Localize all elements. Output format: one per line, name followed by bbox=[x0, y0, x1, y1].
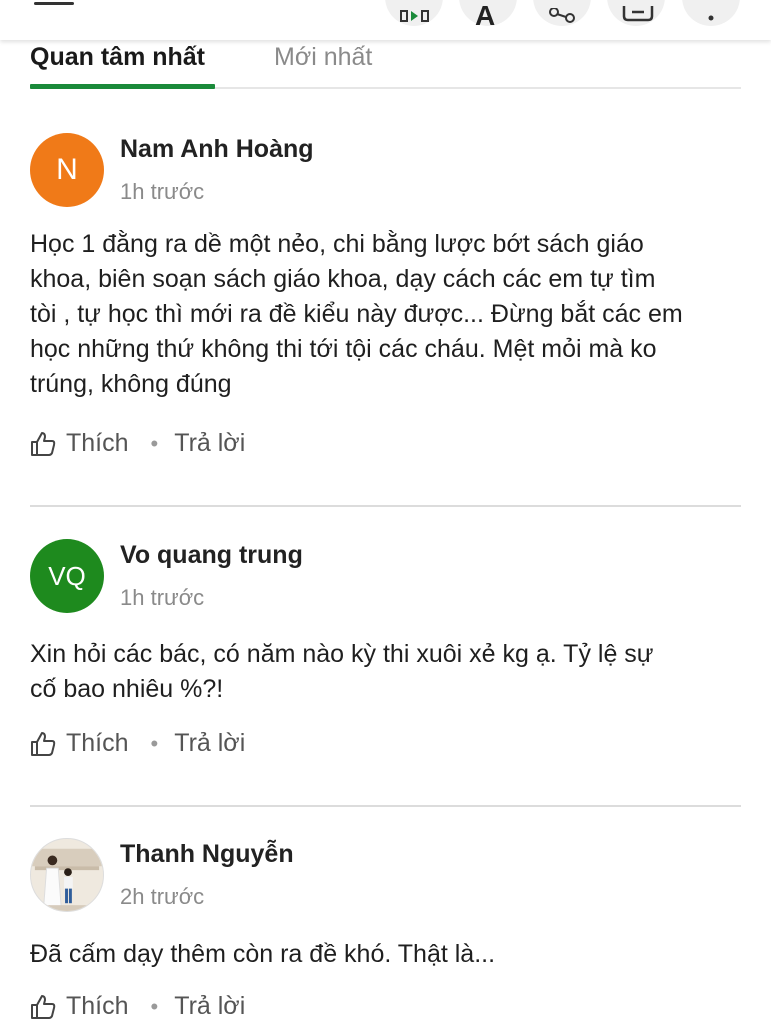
comment-icon[interactable] bbox=[607, 0, 665, 26]
audio-icon[interactable] bbox=[385, 0, 443, 26]
comment-line: trúng, không đúng bbox=[30, 370, 232, 398]
comment-actions: Thích • Trả lời bbox=[30, 429, 245, 458]
comment-line: Đã cấm dạy thêm còn ra đề khó. Thật là..… bbox=[30, 940, 496, 968]
comment-item: VQ Vo quang trung 1h trước Xin hỏi các b… bbox=[30, 539, 741, 769]
comment-line: khoa, biên soạn sách giáo khoa, dạy cách… bbox=[30, 265, 656, 293]
comment-author[interactable]: Nam Anh Hoàng bbox=[120, 135, 314, 164]
thumbs-up-icon bbox=[31, 994, 56, 1019]
like-button[interactable]: Thích bbox=[30, 729, 129, 758]
comment-actions: Thích • Trả lời bbox=[30, 992, 245, 1021]
tab-label: Quan tâm nhất bbox=[30, 43, 206, 71]
share-icon[interactable] bbox=[533, 0, 591, 26]
separator-dot: • bbox=[150, 430, 159, 456]
comment-author[interactable]: Thanh Nguyễn bbox=[120, 840, 294, 869]
menu-icon[interactable] bbox=[34, 0, 74, 8]
avatar-photo bbox=[31, 839, 103, 911]
separator-dot: • bbox=[150, 993, 159, 1019]
reply-button[interactable]: Trả lời bbox=[174, 429, 245, 458]
tab-newest[interactable]: Mới nhất bbox=[274, 40, 372, 86]
tab-most-interested[interactable]: Quan tâm nhất bbox=[30, 40, 205, 86]
font-size-icon[interactable]: A bbox=[459, 0, 517, 31]
comment-time: 1h trước bbox=[120, 585, 205, 610]
comment-item: N Nam Anh Hoàng 1h trước Học 1 đằng ra d… bbox=[30, 133, 741, 463]
comment-item: Thanh Nguyễn 2h trước Đã cấm dạy thêm cò… bbox=[30, 838, 741, 1024]
separator-dot: • bbox=[150, 730, 159, 756]
comment-tabs: Quan tâm nhất Mới nhất bbox=[30, 40, 741, 89]
divider bbox=[30, 805, 741, 807]
comment-line: cố bao nhiêu %?! bbox=[30, 675, 224, 703]
thumbs-up-icon bbox=[31, 731, 56, 756]
like-label: Thích bbox=[66, 429, 129, 457]
comment-line: Học 1 đằng ra dề một nẻo, chi bằng lược … bbox=[30, 230, 644, 258]
avatar[interactable]: N bbox=[30, 133, 104, 207]
avatar-initials: VQ bbox=[48, 560, 86, 591]
like-label: Thích bbox=[66, 992, 129, 1020]
top-toolbar: A bbox=[0, 0, 771, 40]
comment-line: tòi , tự học thì mới ra đề kiểu này được… bbox=[30, 300, 683, 328]
comment-body: Học 1 đằng ra dề một nẻo, chi bằng lược … bbox=[30, 227, 741, 402]
avatar[interactable]: VQ bbox=[30, 539, 104, 613]
comment-line: Xin hỏi các bác, có năm nào kỳ thi xuôi … bbox=[30, 640, 654, 668]
thumbs-up-icon bbox=[31, 431, 56, 456]
comment-time: 1h trước bbox=[120, 179, 205, 204]
like-button[interactable]: Thích bbox=[30, 992, 129, 1021]
comment-author[interactable]: Vo quang trung bbox=[120, 541, 303, 570]
like-label: Thích bbox=[66, 729, 129, 757]
comment-body: Xin hỏi các bác, có năm nào kỳ thi xuôi … bbox=[30, 637, 741, 707]
reply-button[interactable]: Trả lời bbox=[174, 729, 245, 758]
comment-line: học những thứ không thi tới tội các cháu… bbox=[30, 335, 657, 363]
avatar-initials: N bbox=[56, 153, 78, 186]
more-icon[interactable] bbox=[682, 0, 740, 26]
avatar[interactable] bbox=[30, 838, 104, 912]
divider bbox=[30, 505, 741, 507]
reply-button[interactable]: Trả lời bbox=[174, 992, 245, 1021]
comment-time: 2h trước bbox=[120, 884, 205, 909]
comment-body: Đã cấm dạy thêm còn ra đề khó. Thật là..… bbox=[30, 937, 741, 972]
active-tab-indicator bbox=[30, 84, 215, 89]
like-button[interactable]: Thích bbox=[30, 429, 129, 458]
tab-label: Mới nhất bbox=[274, 43, 373, 71]
font-size-label: A bbox=[475, 0, 496, 31]
comment-actions: Thích • Trả lời bbox=[30, 729, 245, 758]
